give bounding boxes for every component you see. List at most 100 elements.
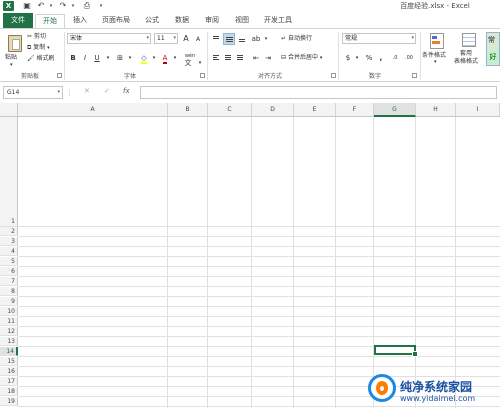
orientation-icon[interactable]: ab xyxy=(251,34,261,44)
font-size-select[interactable]: 11 ▾ xyxy=(154,33,178,44)
alignment-launcher-icon[interactable] xyxy=(331,73,336,78)
column-header-e[interactable]: E xyxy=(294,103,336,117)
underline-dropdown-icon[interactable]: ▾ xyxy=(103,53,113,63)
align-top-icon[interactable] xyxy=(211,34,221,44)
row-header-13[interactable]: 13 xyxy=(0,337,18,346)
name-box[interactable]: G14 ▾ xyxy=(3,86,63,99)
cell-styles-gallery[interactable]: 常 好 xyxy=(486,32,500,66)
tab-developer[interactable]: 开发工具 xyxy=(260,14,296,28)
row-header-16[interactable]: 16 xyxy=(0,367,18,376)
formula-input[interactable] xyxy=(140,86,497,99)
grow-font-button[interactable]: A xyxy=(181,34,191,44)
save-icon[interactable]: ▣ xyxy=(22,1,32,11)
select-all-corner[interactable] xyxy=(0,103,18,117)
insert-function-icon[interactable]: fx xyxy=(123,87,130,95)
customize-quick-access-icon[interactable]: ▾ xyxy=(96,1,106,11)
print-preview-icon[interactable]: ⎙ xyxy=(82,1,92,11)
bold-button[interactable]: B xyxy=(68,53,78,63)
format-painter-button[interactable]: 🖌 格式刷 xyxy=(27,54,55,63)
increase-indent-icon[interactable]: ⇥ xyxy=(263,53,273,63)
align-center-icon[interactable] xyxy=(223,53,233,63)
borders-dropdown-icon[interactable]: ▾ xyxy=(125,53,135,63)
number-launcher-icon[interactable] xyxy=(412,73,417,78)
conditional-formatting-button[interactable]: 条件格式 ▾ xyxy=(422,32,452,68)
row-header-1[interactable]: 1 xyxy=(0,117,18,227)
column-header-i[interactable]: I xyxy=(456,103,500,117)
underline-button[interactable]: U xyxy=(92,53,102,63)
orientation-dropdown-icon[interactable]: ▾ xyxy=(261,34,271,44)
worksheet-grid[interactable]: A B C D E F G H I 1 2 3 4 5 6 7 8 9 10 1… xyxy=(0,103,500,408)
phonetic-dropdown-icon[interactable]: ▾ xyxy=(195,58,205,68)
tab-file[interactable]: 文件 xyxy=(3,13,33,28)
tab-data[interactable]: 数据 xyxy=(170,14,194,28)
paste-button[interactable]: 粘贴 ▾ xyxy=(2,31,24,69)
column-header-b[interactable]: B xyxy=(168,103,208,117)
copy-button[interactable]: ⧉ 复制 ▾ xyxy=(27,43,50,53)
row-header-18[interactable]: 18 xyxy=(0,387,18,396)
font-launcher-icon[interactable] xyxy=(200,73,205,78)
row-header-8[interactable]: 8 xyxy=(0,287,18,296)
column-header-c[interactable]: C xyxy=(208,103,252,117)
column-header-a[interactable]: A xyxy=(18,103,168,117)
cut-button[interactable]: ✂ 剪切 xyxy=(27,32,46,41)
row-header-12[interactable]: 12 xyxy=(0,327,18,336)
row-header-19[interactable]: 19 xyxy=(0,397,18,406)
style-good[interactable]: 好 xyxy=(487,50,499,64)
shrink-font-button[interactable]: A xyxy=(193,35,203,45)
row-header-4[interactable]: 4 xyxy=(0,247,18,256)
row-header-10[interactable]: 10 xyxy=(0,307,18,316)
redo-dropdown-icon[interactable]: ▾ xyxy=(68,1,78,11)
borders-icon[interactable]: ⊞ xyxy=(115,53,125,63)
selected-cell-g14[interactable] xyxy=(374,345,418,357)
copy-dropdown-icon[interactable]: ▾ xyxy=(47,45,50,51)
row-header-6[interactable]: 6 xyxy=(0,267,18,276)
tab-review[interactable]: 审阅 xyxy=(200,14,224,28)
column-header-h[interactable]: H xyxy=(416,103,456,117)
fill-color-dropdown-icon[interactable]: ▾ xyxy=(149,53,159,63)
font-color-dropdown-icon[interactable]: ▾ xyxy=(170,53,180,63)
cancel-icon[interactable]: ✕ xyxy=(84,87,90,95)
align-left-icon[interactable] xyxy=(211,53,221,63)
tab-home[interactable]: 开始 xyxy=(35,14,65,28)
column-header-g[interactable]: G xyxy=(374,103,416,117)
italic-button[interactable]: I xyxy=(80,53,90,63)
increase-decimal-button[interactable]: .0 xyxy=(388,53,402,63)
undo-dropdown-icon[interactable]: ▾ xyxy=(46,1,56,11)
row-header-11[interactable]: 11 xyxy=(0,317,18,326)
tab-formulas[interactable]: 公式 xyxy=(140,14,164,28)
merge-center-button[interactable]: ⊟ 合并后居中 ▾ xyxy=(281,53,322,63)
row-header-5[interactable]: 5 xyxy=(0,257,18,266)
redo-icon[interactable]: ↷ xyxy=(58,1,68,11)
column-header-d[interactable]: D xyxy=(252,103,294,117)
enter-icon[interactable]: ✓ xyxy=(104,87,110,95)
align-right-icon[interactable] xyxy=(235,53,245,63)
row-header-7[interactable]: 7 xyxy=(0,277,18,286)
align-bottom-icon[interactable] xyxy=(237,34,247,44)
clipboard-launcher-icon[interactable] xyxy=(57,73,62,78)
column-header-f[interactable]: F xyxy=(336,103,374,117)
row-header-3[interactable]: 3 xyxy=(0,237,18,246)
percent-button[interactable]: % xyxy=(364,53,374,63)
row-header-14[interactable]: 14 xyxy=(0,347,18,356)
merge-dropdown-icon[interactable]: ▾ xyxy=(320,55,323,61)
tab-view[interactable]: 视图 xyxy=(230,14,254,28)
format-as-table-button[interactable]: 套用 表格格式 xyxy=(454,32,484,68)
row-header-2[interactable]: 2 xyxy=(0,227,18,236)
align-middle-icon[interactable] xyxy=(223,33,235,45)
tab-insert[interactable]: 插入 xyxy=(68,14,92,28)
paste-dropdown-icon[interactable]: ▾ xyxy=(10,61,13,70)
tab-page-layout[interactable]: 页面布局 xyxy=(98,14,134,28)
fill-color-icon[interactable]: ◇ xyxy=(139,53,149,64)
wrap-text-button[interactable]: ↵ 自动换行 xyxy=(281,34,312,43)
decrease-decimal-button[interactable]: .00 xyxy=(402,53,416,63)
font-color-button[interactable]: A xyxy=(160,53,170,64)
row-header-15[interactable]: 15 xyxy=(0,357,18,366)
comma-style-button[interactable]: , xyxy=(376,53,386,63)
undo-icon[interactable]: ↶ xyxy=(36,1,46,11)
number-format-select[interactable]: 常规 ▾ xyxy=(342,33,416,44)
style-normal[interactable]: 常 xyxy=(488,35,495,45)
row-header-17[interactable]: 17 xyxy=(0,377,18,386)
decrease-indent-icon[interactable]: ⇤ xyxy=(251,53,261,63)
font-name-select[interactable]: 宋体 ▾ xyxy=(67,33,151,44)
row-header-9[interactable]: 9 xyxy=(0,297,18,306)
